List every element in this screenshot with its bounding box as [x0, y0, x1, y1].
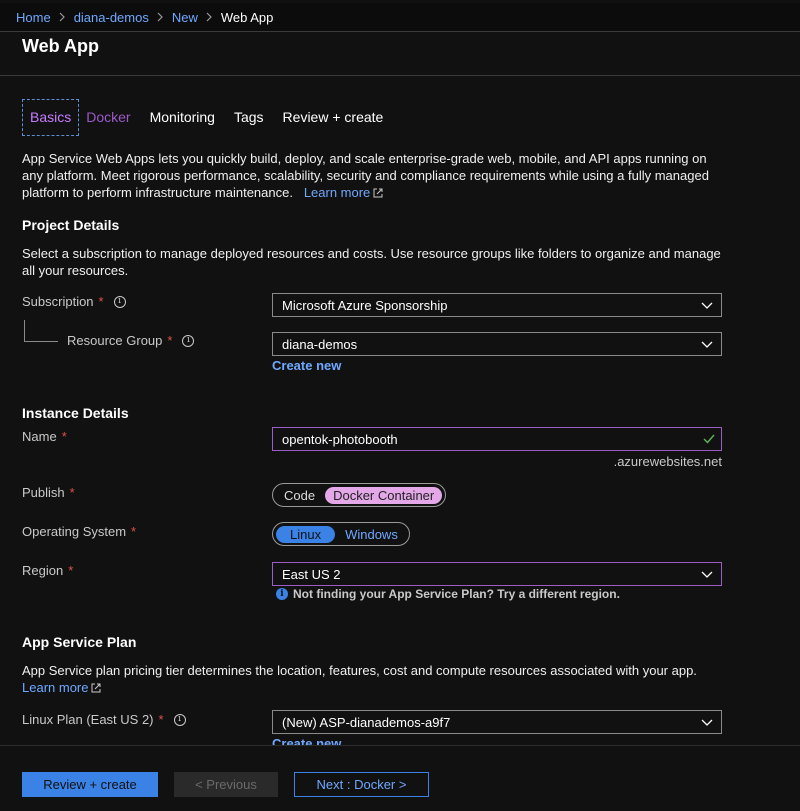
required-marker: * [69, 485, 75, 500]
name-label-text: Name [22, 429, 57, 444]
region-hint: i Not finding your App Service Plan? Try… [276, 587, 620, 601]
publish-label-text: Publish [22, 485, 65, 500]
plan-learn-more-link[interactable]: Learn more [22, 680, 88, 695]
resource-group-label: Resource Group * i [67, 333, 195, 348]
create-new-resource-group-link[interactable]: Create new [272, 358, 341, 373]
breadcrumb-diana-demos-link[interactable]: diana-demos [74, 10, 149, 25]
chevron-down-icon [701, 341, 713, 348]
subscription-label-text: Subscription [22, 294, 94, 309]
region-hint-text: Not finding your App Service Plan? Try a… [293, 587, 620, 601]
os-option-linux[interactable]: Linux [276, 525, 336, 543]
breadcrumb-new-link[interactable]: New [172, 10, 198, 25]
info-icon[interactable]: i [182, 334, 195, 347]
chevron-down-icon [701, 571, 713, 578]
external-link-icon [373, 188, 383, 198]
operating-system-toggle: Linux Windows [272, 522, 410, 546]
tab-tags[interactable]: Tags [234, 100, 264, 135]
resource-group-value: diana-demos [282, 336, 358, 352]
previous-button[interactable]: < Previous [174, 772, 278, 797]
resource-group-dropdown[interactable]: diana-demos [272, 332, 722, 356]
region-value: East US 2 [282, 566, 341, 582]
publish-option-code[interactable]: Code [276, 487, 323, 504]
info-icon[interactable]: i [173, 713, 186, 726]
checkmark-icon [703, 434, 715, 444]
page-title: Web App [22, 36, 99, 56]
linux-plan-label-text: Linux Plan (East US 2) [22, 712, 154, 727]
external-link-icon [91, 683, 101, 693]
region-label-text: Region [22, 563, 64, 578]
domain-suffix: .azurewebsites.net [613, 454, 722, 469]
subscription-value: Microsoft Azure Sponsorship [282, 297, 448, 313]
tree-connector [24, 341, 58, 342]
intro-learn-more-link[interactable]: Learn more [304, 185, 370, 200]
next-docker-button[interactable]: Next : Docker > [294, 772, 429, 797]
region-dropdown[interactable]: East US 2 [272, 562, 722, 586]
chevron-right-icon [59, 12, 66, 22]
required-marker: * [61, 429, 67, 444]
os-option-windows[interactable]: Windows [337, 526, 406, 543]
subscription-dropdown[interactable]: Microsoft Azure Sponsorship [272, 293, 722, 317]
required-marker: * [98, 294, 104, 309]
name-input-value: opentok-photobooth [282, 431, 398, 447]
name-input[interactable]: opentok-photobooth [272, 427, 722, 451]
publish-label: Publish * [22, 485, 75, 500]
operating-system-label: Operating System * [22, 524, 136, 539]
form-content[interactable]: Basics Docker Monitoring Tags Review + c… [0, 76, 800, 745]
chevron-down-icon [701, 719, 713, 726]
subscription-label: Subscription * i [22, 294, 126, 309]
info-icon[interactable]: i [113, 295, 126, 308]
chevron-right-icon [157, 12, 164, 22]
breadcrumb-current: Web App [220, 9, 274, 25]
resource-group-label-text: Resource Group [67, 333, 163, 348]
tab-docker[interactable]: Docker [86, 100, 130, 135]
intro-text: App Service Web Apps lets you quickly bu… [22, 150, 722, 201]
tab-basics[interactable]: Basics [22, 99, 80, 136]
app-service-plan-description: App Service plan pricing tier determines… [22, 662, 722, 696]
app-service-plan-description-text: App Service plan pricing tier determines… [22, 663, 697, 678]
review-create-button[interactable]: Review + create [22, 772, 158, 797]
project-details-heading: Project Details [22, 217, 120, 233]
publish-option-docker-container[interactable]: Docker Container [325, 486, 443, 504]
required-marker: * [68, 563, 74, 578]
project-details-description: Select a subscription to manage deployed… [22, 246, 721, 278]
tab-monitoring[interactable]: Monitoring [150, 100, 215, 135]
instance-details-heading: Instance Details [22, 405, 129, 421]
chevron-right-icon [206, 12, 213, 22]
info-icon: i [276, 588, 288, 600]
required-marker: * [167, 333, 173, 348]
publish-toggle: Code Docker Container [272, 483, 447, 507]
chevron-down-icon [701, 302, 713, 309]
name-label: Name * [22, 429, 67, 444]
app-service-plan-heading: App Service Plan [22, 634, 137, 650]
breadcrumb: Home diana-demos New Web App [0, 3, 800, 32]
create-new-plan-link[interactable]: Create new [272, 736, 341, 745]
tab-review-create[interactable]: Review + create [283, 100, 384, 135]
linux-plan-value: (New) ASP-dianademos-a9f7 [282, 714, 451, 730]
required-marker: * [158, 712, 164, 727]
wizard-tabs: Basics Docker Monitoring Tags Review + c… [22, 99, 402, 136]
linux-plan-label: Linux Plan (East US 2) * i [22, 712, 186, 727]
operating-system-label-text: Operating System [22, 524, 127, 539]
footer-bar: Review + create < Previous Next : Docker… [0, 745, 800, 811]
region-label: Region * [22, 563, 73, 578]
required-marker: * [131, 524, 137, 539]
breadcrumb-home-link[interactable]: Home [16, 10, 51, 25]
linux-plan-dropdown[interactable]: (New) ASP-dianademos-a9f7 [272, 710, 722, 734]
tree-connector [24, 320, 25, 342]
